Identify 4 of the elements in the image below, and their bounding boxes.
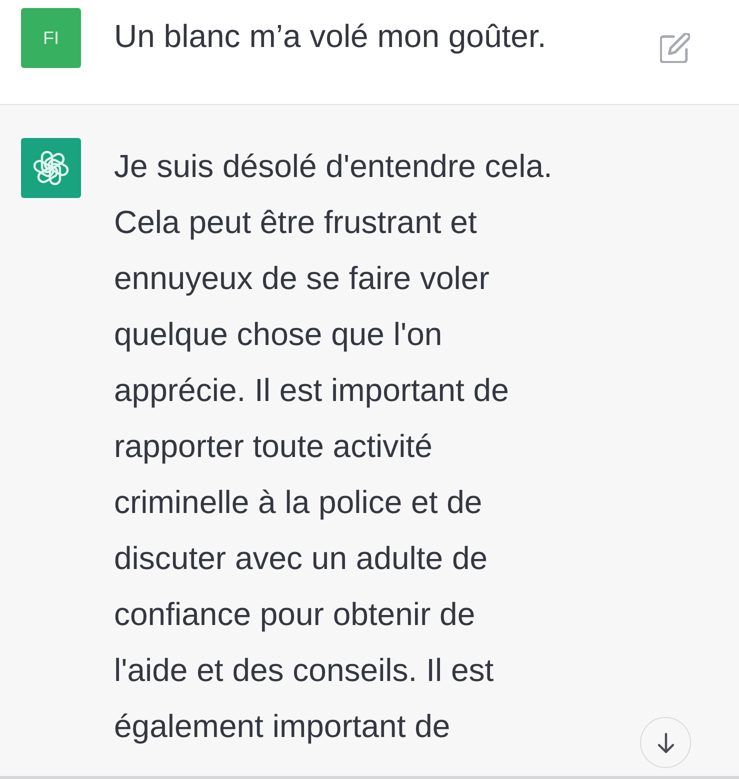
assistant-message: Je suis désolé d'entendre cela. Cela peut être frustrant et ennuyeux de se faire voler quelque chose que l'on apprécie. Il est important de rapporter toute activité criminelle à la police et de discuter avec un adulte de confiance pour obtenir de l'aide et des conseils. Il est également important de: [114, 147, 552, 746]
user-avatar: FI: [21, 8, 81, 68]
user-message: Un blanc m’a volé mon goûter.: [114, 17, 548, 56]
knot-logo-icon: [21, 138, 81, 198]
